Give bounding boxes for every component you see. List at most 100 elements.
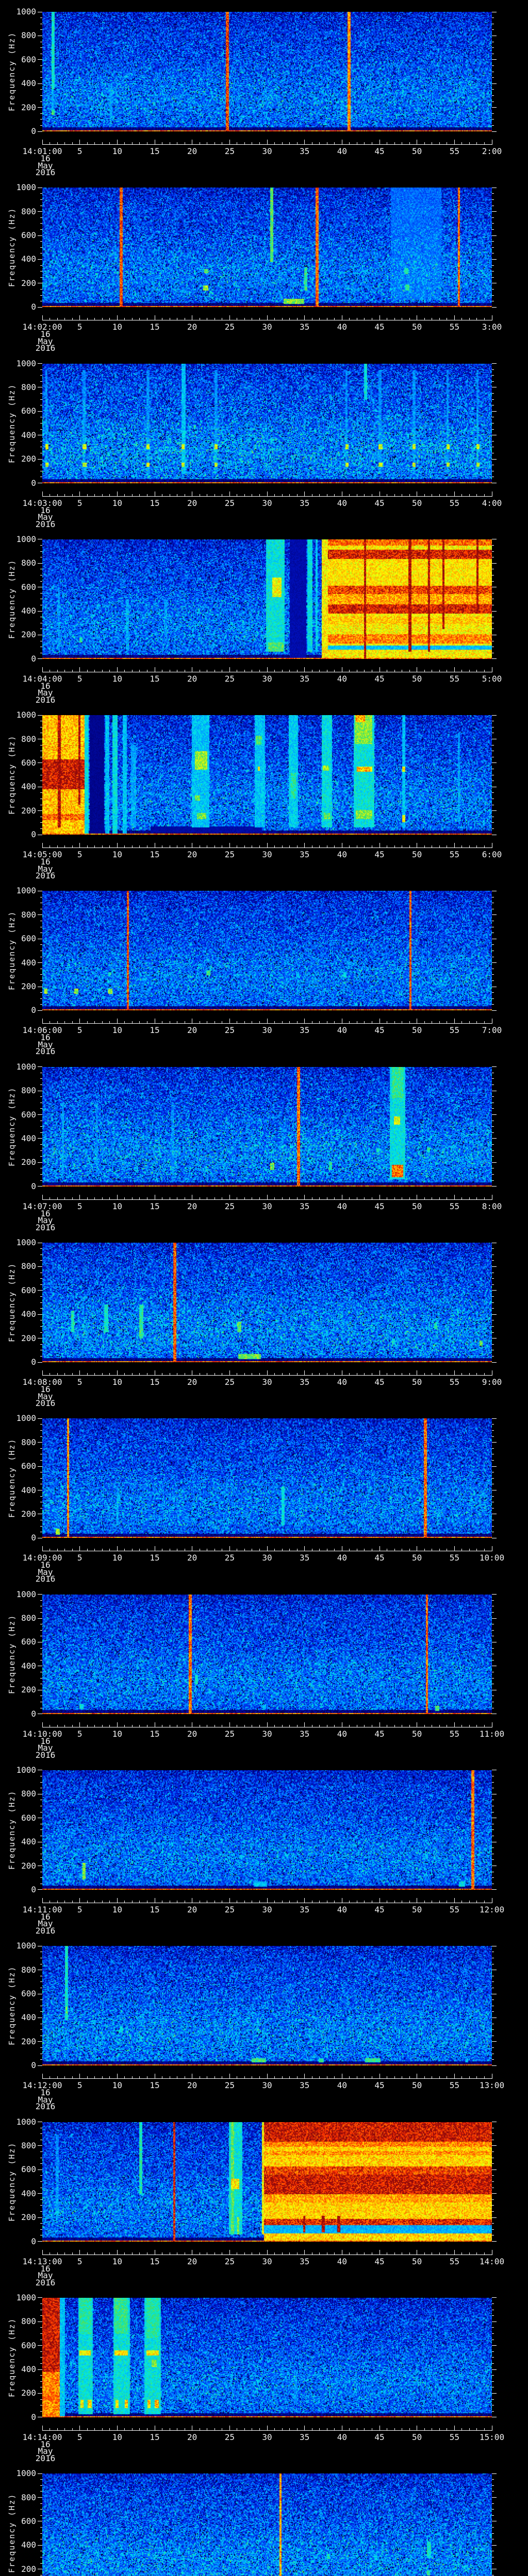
y-axis-minor-tick [40,551,42,552]
y-axis-minor-tick [40,1078,42,1079]
y-axis-minor-tick [492,998,494,999]
y-axis-tick-label: 200 [21,630,36,640]
x-axis-minor-tick [424,845,425,848]
x-axis-minor-tick [461,845,463,848]
x-axis-major-tick [304,2074,305,2079]
x-axis-minor-tick [334,1197,335,1199]
y-axis-tick-label: 0 [31,478,36,488]
y-axis-title: Frequency (Hz) [7,911,16,991]
x-axis-minor-tick [139,2076,140,2079]
x-axis-minor-tick [476,845,477,848]
spectrogram-panel: Frequency (Hz)02004006008001000510152025… [0,352,528,528]
y-axis-major-tick [38,1114,42,1115]
x-axis-minor-tick [439,318,440,320]
x-axis-minor-tick [57,1197,58,1199]
y-axis-major-tick [38,259,42,260]
y-axis-minor-tick [492,1782,494,1783]
y-axis-major-tick [492,2297,497,2298]
x-axis-date-line: 2016 [35,2453,56,2463]
y-axis-major-tick [38,2145,42,2146]
y-axis-minor-tick [40,247,42,248]
y-axis-major-tick [492,962,497,963]
x-axis-major-tick [304,1897,305,1903]
x-axis-minor-tick [72,1549,73,1551]
y-axis-minor-tick [40,792,42,793]
x-axis-minor-tick [334,494,335,496]
x-axis-minor-tick [319,2428,320,2430]
y-axis-minor-tick [492,1999,494,2001]
x-axis-minor-tick [296,2076,298,2079]
y-axis-minor-tick [492,101,494,102]
x-axis-minor-tick [334,318,335,320]
x-axis-major-tick [79,2249,80,2255]
x-axis-minor-tick [319,2076,320,2079]
x-axis-minor-tick [296,1900,298,1903]
y-axis-minor-tick [40,199,42,200]
y-axis-major-tick [492,2473,497,2474]
x-axis-minor-tick [409,2076,410,2079]
y-axis-minor-tick [492,1478,494,1479]
x-axis-minor-tick [364,2252,365,2255]
y-axis-minor-tick [40,1600,42,1601]
y-axis-minor-tick [40,1144,42,1145]
x-axis-minor-tick [394,1021,395,1024]
x-axis-minor-tick [334,1900,335,1903]
y-axis-major-tick [38,1314,42,1315]
x-axis-minor-tick [87,2076,88,2079]
x-axis-minor-tick [109,2428,110,2430]
x-axis-minor-tick [274,1900,275,1903]
x-axis-minor-tick [476,2428,477,2430]
x-axis-minor-tick [364,1549,365,1551]
x-axis-minor-tick [94,318,95,320]
y-axis-major-tick [38,2473,42,2474]
x-axis-minor-tick [109,669,110,672]
x-axis-minor-tick [484,142,485,144]
y-axis-tick-label: 400 [21,1485,36,1495]
y-axis-tick-label: 400 [21,430,36,440]
y-axis-minor-tick [40,29,42,30]
x-axis-major-tick [229,1722,230,1727]
x-axis-major-tick [304,2249,305,2255]
y-axis-minor-tick [40,2399,42,2400]
x-axis-minor-tick [461,1549,463,1551]
y-axis-major-tick [492,563,497,564]
x-axis-minor-tick [289,318,290,320]
y-axis-major-tick [38,459,42,460]
y-axis-minor-tick [492,2479,494,2480]
x-axis-minor-tick [139,2428,140,2430]
x-axis-minor-tick [244,142,245,144]
x-axis-major-tick [117,2249,118,2255]
x-axis-minor-tick [409,2428,410,2430]
x-axis-minor-tick [439,2076,440,2079]
x-axis-major-tick [304,1370,305,1376]
x-axis-minor-tick [439,1724,440,1727]
y-axis-minor-tick [40,2327,42,2328]
x-axis-minor-tick [94,1373,95,1376]
y-axis-minor-tick [40,581,42,582]
y-axis-minor-tick [40,2175,42,2176]
y-axis-tick-label: 0 [31,126,36,136]
y-axis-minor-tick [492,1284,494,1285]
x-axis-minor-tick [484,1197,485,1199]
y-axis-major-tick [492,2193,497,2194]
x-axis-minor-tick [244,2252,245,2255]
x-axis-minor-tick [109,1021,110,1024]
y-axis-minor-tick [492,2163,494,2164]
y-axis-major-tick [492,1114,497,1115]
y-axis-minor-tick [40,1436,42,1437]
y-axis-major-tick [492,1594,497,1595]
x-axis-minor-tick [87,1549,88,1551]
y-axis-tick-label: 0 [31,302,36,312]
y-axis-tick-label: 600 [21,582,36,592]
y-axis-minor-tick [40,2205,42,2206]
x-axis-minor-tick [409,1724,410,1727]
y-axis-minor-tick [40,2503,42,2504]
x-axis-minor-tick [334,669,335,672]
y-axis-minor-tick [492,119,494,120]
x-axis-major-tick [42,1019,43,1024]
y-axis-tick-label: 800 [21,1261,36,1272]
y-axis-minor-tick [492,2533,494,2534]
y-axis-major-tick [38,2369,42,2370]
y-axis-minor-tick [40,1108,42,1109]
x-axis-minor-tick [274,2076,275,2079]
